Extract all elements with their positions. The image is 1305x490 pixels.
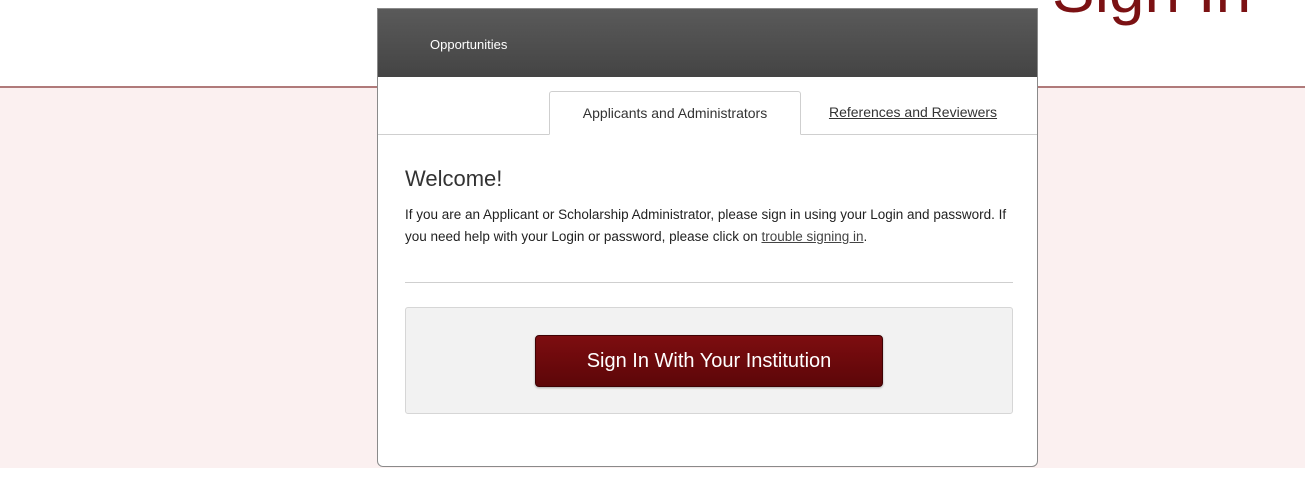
intro-text: If you are an Applicant or Scholarship A… [405,204,1013,248]
intro-body: If you are an Applicant or Scholarship A… [405,207,1007,244]
trouble-signing-in-link[interactable]: trouble signing in [761,229,863,244]
signin-card: Opportunities Applicants and Administrat… [377,8,1038,467]
content-divider [405,282,1013,283]
intro-end: . [863,229,868,244]
tab-references-reviewers[interactable]: References and Reviewers [808,91,1018,135]
welcome-heading: Welcome! [405,166,503,191]
tab-applicants-administrators[interactable]: Applicants and Administrators [549,91,801,135]
page-headline: Sign In [1052,0,1251,22]
signin-tabs: Applicants and Administrators References… [378,77,1037,135]
sign-in-institution-button[interactable]: Sign In With Your Institution [535,335,883,387]
opportunities-link[interactable]: Opportunities [430,37,507,52]
card-header: Opportunities [378,9,1037,77]
signin-panel: Sign In With Your Institution [405,307,1013,414]
